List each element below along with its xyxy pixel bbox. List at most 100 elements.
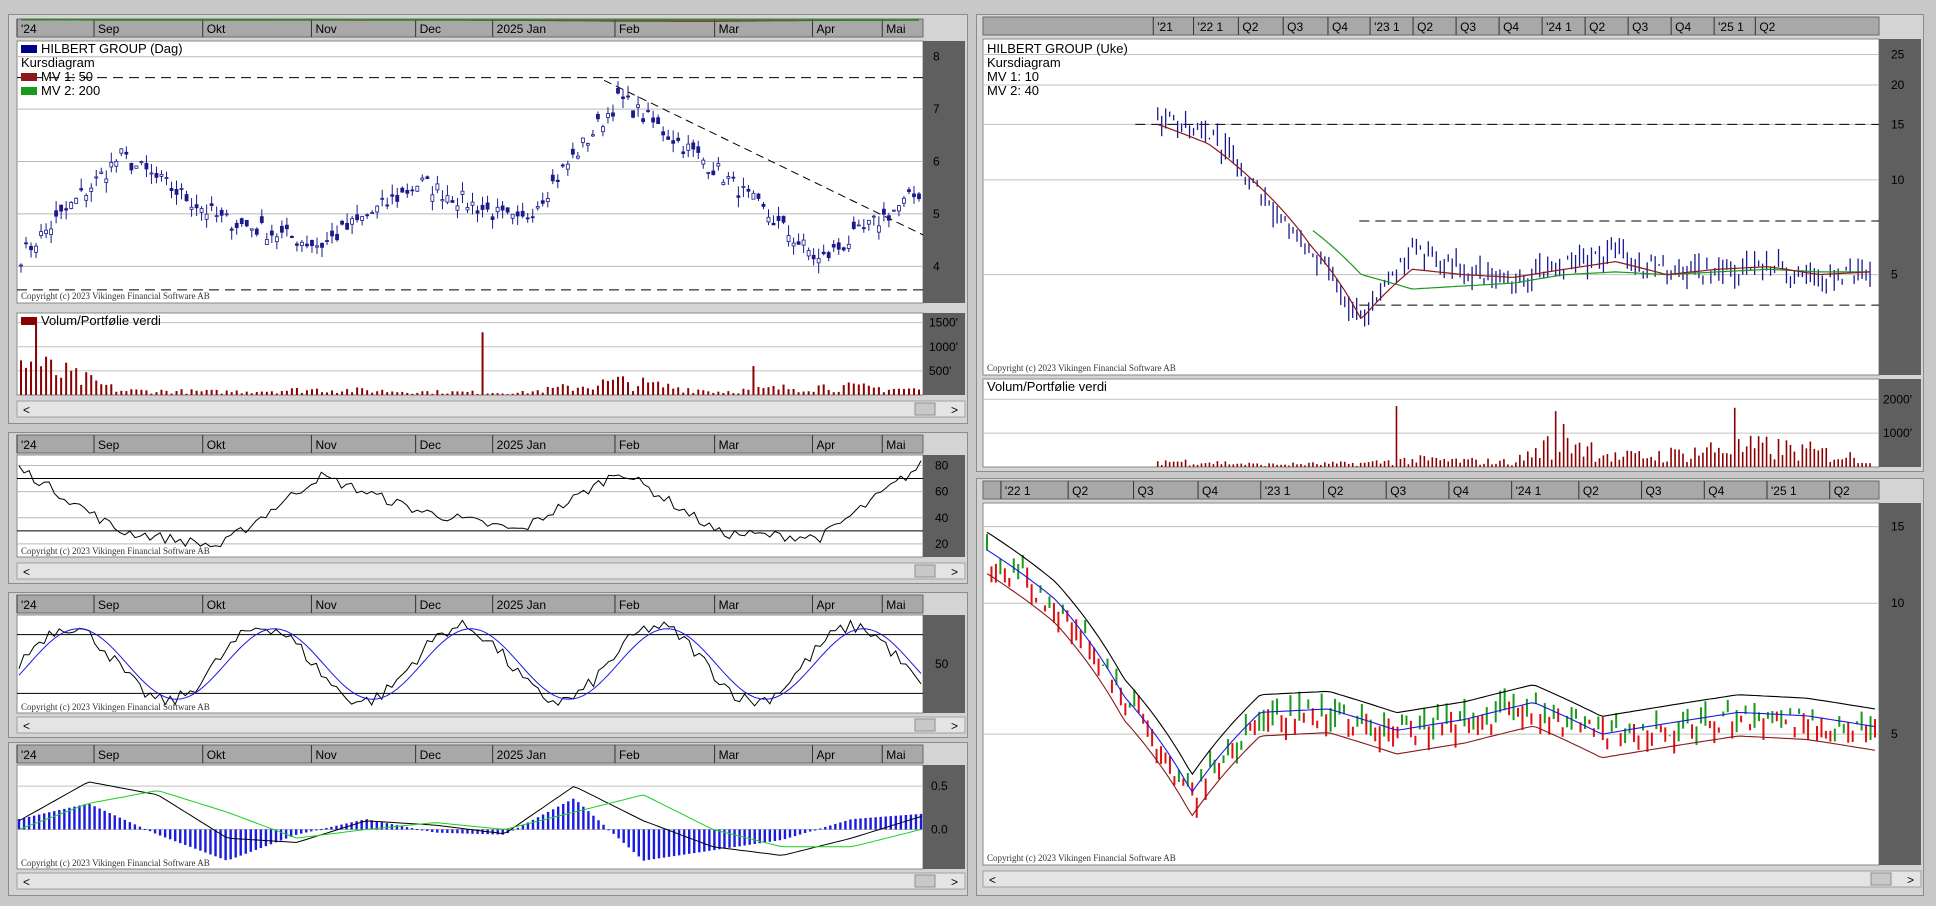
time-axis-label: Dec: [420, 438, 441, 452]
volume-bar: [1228, 464, 1231, 467]
macd-histogram-bar: [174, 829, 177, 842]
volume-bar: [601, 379, 604, 395]
macd-chart[interactable]: '24 Sep Okt Nov Dec 2025 Jan Feb Mar Apr Mai 0.5 0.…: [9, 743, 969, 897]
weekly-price-tick-label: 15: [1891, 117, 1905, 131]
candle-body: [751, 192, 756, 200]
time-axis-label: Feb: [619, 22, 640, 36]
rsi-chart[interactable]: '24 Sep Okt Nov Dec 2025 Jan Feb Mar Apr Mai 80 60 4…: [9, 433, 969, 585]
candle-body: [611, 112, 615, 117]
volume-bar: [396, 392, 399, 395]
weekly-price-tick-label: 5: [1891, 268, 1898, 282]
volume-bar: [1236, 463, 1239, 467]
volume-bar: [1248, 462, 1251, 467]
candle-body: [129, 163, 134, 171]
price-tick-label: 4: [933, 259, 940, 273]
macd-histogram-bar: [249, 829, 252, 852]
weekly-price-chart[interactable]: '21 '22 1 Q2 Q3 Q4 '23 1 Q2 Q3 Q4 '24 1 Q2 Q3 Q4 '25 …: [977, 15, 1925, 473]
candle-body: [64, 208, 69, 211]
volume-bar: [1160, 465, 1163, 467]
bands-chart[interactable]: '22 1 Q2 Q3 Q4 '23 1 Q2 Q3 Q4 '24 1 Q2 Q3 Q4 '25 1 Q2…: [977, 479, 1925, 897]
candle-body: [736, 195, 741, 198]
volume-bar: [892, 388, 895, 395]
time-axis-label: Nov: [315, 438, 336, 452]
candle-body: [606, 113, 610, 118]
macd-histogram-bar: [496, 829, 499, 835]
volume-bar: [1379, 463, 1382, 467]
daily-price-chart[interactable]: '24 Sep Okt Nov Dec 2025 Jan Feb Mar Apr Mai 8 7 6 5 4…: [9, 15, 969, 425]
macd-histogram-bar: [803, 829, 807, 834]
volume-bar: [1833, 459, 1836, 467]
time-axis-label: 2025 Jan: [497, 22, 546, 36]
candle-body: [821, 251, 826, 255]
volume-bar: [1387, 460, 1390, 467]
volume-bar: [1793, 451, 1796, 467]
volume-bar: [1459, 462, 1461, 467]
candle-body: [325, 240, 329, 242]
macd-histogram-bar: [451, 829, 454, 834]
volume-bar: [918, 389, 920, 395]
volume-bar: [55, 375, 58, 395]
volume-bar: [1678, 449, 1680, 467]
volume-bar: [1733, 407, 1736, 467]
candle-body: [816, 257, 821, 264]
macd-histogram-bar: [607, 829, 610, 831]
volume-bar: [762, 388, 765, 395]
volume-bar: [1646, 458, 1648, 467]
scrollbar-thumb: [914, 402, 936, 416]
volume-bar: [150, 393, 153, 395]
volume-bar: [712, 392, 715, 395]
macd-histogram-bar: [829, 825, 832, 830]
candle-body: [756, 193, 761, 199]
volume-bar: [1590, 442, 1593, 467]
macd-histogram-bar: [546, 811, 550, 830]
candle-body: [264, 239, 269, 245]
macd-histogram-bar: [234, 829, 237, 858]
time-axis: [16, 594, 924, 614]
chart-subtitle: Kursdiagram: [21, 55, 95, 70]
candle-body: [239, 218, 244, 225]
volume-bar: [70, 370, 73, 395]
time-axis-label: '22 1: [1005, 484, 1031, 498]
macd-histogram-bar: [78, 805, 81, 830]
volume-bar: [295, 387, 298, 395]
macd-histogram-bar: [667, 829, 671, 857]
volume-bar: [190, 389, 193, 395]
macd-histogram-bar: [315, 829, 318, 831]
volume-bar: [50, 359, 53, 395]
volume-bar: [476, 393, 479, 395]
volume-bar: [1841, 459, 1843, 467]
macd-histogram-bar: [874, 817, 877, 830]
volume-bar: [1180, 461, 1183, 467]
volume-bar: [546, 386, 549, 395]
volume-bar: [722, 392, 725, 395]
volume-bar: [1765, 436, 1768, 467]
macd-histogram-bar: [108, 813, 111, 830]
macd-histogram-bar: [446, 829, 449, 833]
volume-bar: [1753, 448, 1756, 467]
candle-body: [229, 228, 234, 231]
macd-histogram-bar: [773, 829, 777, 841]
candle-body: [626, 95, 630, 98]
candle-body: [831, 244, 836, 248]
volume-bar: [677, 387, 680, 395]
candle-body: [279, 225, 284, 233]
scrollbar-track: [16, 872, 966, 890]
volume-bar: [1252, 463, 1255, 467]
candle-body: [370, 212, 375, 214]
macd-histogram-bar: [708, 829, 711, 851]
scrollbar-thumb: [914, 564, 936, 578]
volume-bar: [1845, 457, 1847, 467]
volume-bar: [496, 393, 499, 395]
time-axis-label: Sep: [98, 598, 120, 612]
volume-bar: [75, 368, 78, 395]
bands-tick-label: 15: [1891, 520, 1905, 534]
candle-body: [24, 242, 28, 245]
volume-bar: [1184, 459, 1187, 467]
stochastic-chart[interactable]: '24 Sep Okt Nov Dec 2025 Jan Feb Mar Apr Mai 50 Cop…: [9, 593, 969, 739]
time-axis-label: Feb: [619, 598, 640, 612]
candle-body: [646, 110, 650, 112]
macd-histogram-bar: [894, 815, 898, 830]
volume-bar: [772, 386, 775, 395]
volume-bar: [1415, 462, 1418, 467]
candle-body: [79, 188, 84, 191]
